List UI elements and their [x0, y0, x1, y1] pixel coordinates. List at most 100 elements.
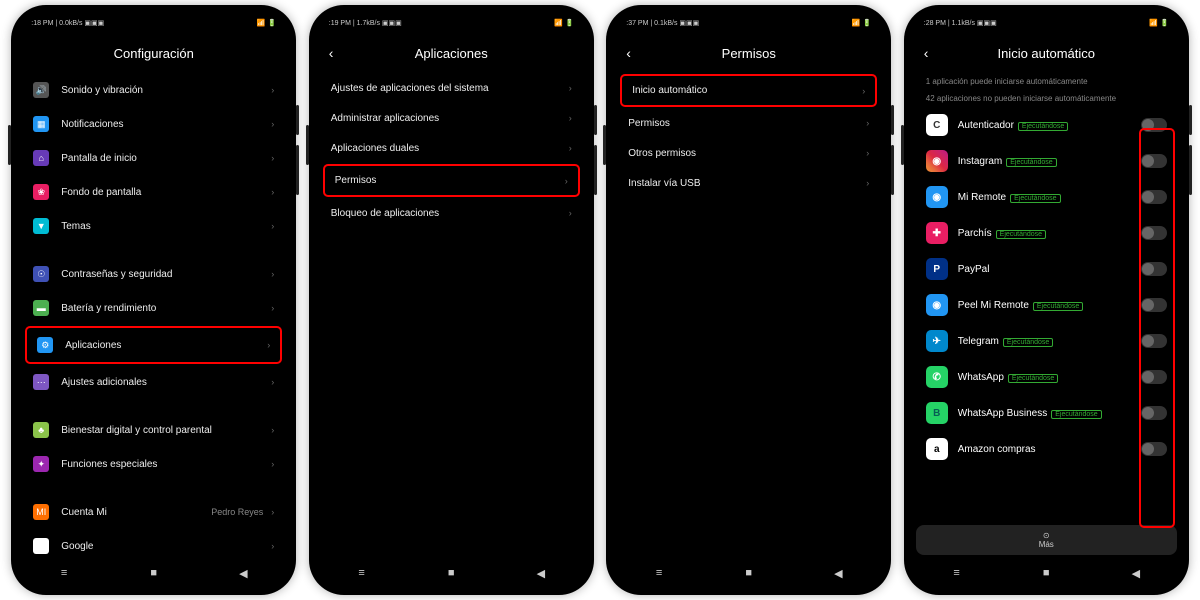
recent-button[interactable]: ≡ [650, 567, 668, 579]
recent-button[interactable]: ≡ [353, 567, 371, 579]
back-button[interactable]: ‹ [924, 45, 929, 61]
home-button[interactable]: ■ [145, 567, 163, 579]
settings-row[interactable]: ⋯Ajustes adicionales› [23, 365, 284, 399]
autostart-toggle[interactable] [1141, 262, 1167, 276]
app-row[interactable]: BWhatsApp BusinessEjecutándose [916, 395, 1177, 431]
back-button[interactable]: ‹ [329, 45, 334, 61]
running-badge: Ejecutándose [1003, 338, 1053, 347]
nav-bar: ≡ ■ ◀ [19, 559, 288, 587]
row-icon: ⋯ [33, 374, 49, 390]
settings-row[interactable]: Administrar aplicaciones› [321, 103, 582, 133]
page-header: ‹Aplicaciones [317, 33, 586, 73]
app-row[interactable]: ◉ InstagramEjecutándose [916, 143, 1177, 179]
settings-row[interactable]: ✦Funciones especiales› [23, 447, 284, 481]
settings-row[interactable]: Ajustes de aplicaciones del sistema› [321, 73, 582, 103]
running-badge: Ejecutándose [996, 230, 1046, 239]
content-area[interactable]: Inicio automático›Permisos›Otros permiso… [614, 73, 883, 559]
row-label: Contraseñas y seguridad [61, 269, 271, 280]
row-icon: ♣ [33, 422, 49, 438]
content-area[interactable]: 🔊Sonido y vibración›▦Notificaciones›⌂Pan… [19, 73, 288, 559]
status-right: 📶 🔋 [257, 19, 276, 27]
app-icon: ◉ [926, 150, 948, 172]
content-area[interactable]: 1 aplicación puede iniciarse automáticam… [912, 73, 1181, 521]
settings-row[interactable]: Otros permisos› [618, 138, 879, 168]
page-title: Configuración [114, 46, 194, 61]
app-row[interactable]: ✈TelegramEjecutándose [916, 323, 1177, 359]
phone-3: :37 PM | 0.1kB/s ▣▣▣📶 🔋‹PermisosInicio a… [606, 5, 891, 595]
chevron-right-icon: › [271, 459, 274, 469]
running-badge: Ejecutándose [1006, 158, 1056, 167]
chevron-right-icon: › [271, 425, 274, 435]
phone-2: :19 PM | 1.7kB/s ▣▣▣📶 🔋‹AplicacionesAjus… [309, 5, 594, 595]
app-icon: ◉ [926, 294, 948, 316]
recent-button[interactable]: ≡ [55, 567, 73, 579]
settings-row[interactable]: Instalar vía USB› [618, 168, 879, 198]
page-title: Inicio automático [997, 46, 1095, 61]
app-row[interactable]: ◉Mi RemoteEjecutándose [916, 179, 1177, 215]
back-nav-button[interactable]: ◀ [829, 567, 847, 580]
row-label: Fondo de pantalla [61, 187, 271, 198]
app-row[interactable]: PPayPal [916, 251, 1177, 287]
autostart-toggle[interactable] [1141, 154, 1167, 168]
settings-row[interactable]: ▬Batería y rendimiento› [23, 291, 284, 325]
settings-row[interactable]: Permisos› [323, 164, 580, 197]
chevron-right-icon: › [866, 148, 869, 158]
home-button[interactable]: ■ [442, 567, 460, 579]
status-left: :37 PM | 0.1kB/s ▣▣▣ [626, 19, 699, 27]
chevron-right-icon: › [271, 119, 274, 129]
autostart-toggle[interactable] [1141, 298, 1167, 312]
content-area[interactable]: Ajustes de aplicaciones del sistema›Admi… [317, 73, 586, 559]
row-icon: ⌂ [33, 150, 49, 166]
more-button[interactable]: ⊙Más [916, 525, 1177, 555]
back-nav-button[interactable]: ◀ [234, 567, 252, 580]
app-row[interactable]: ✚ParchísEjecutándose [916, 215, 1177, 251]
settings-row[interactable]: ⌂Pantalla de inicio› [23, 141, 284, 175]
app-icon: ✈ [926, 330, 948, 352]
settings-row[interactable]: ▦Notificaciones› [23, 107, 284, 141]
chevron-right-icon: › [271, 187, 274, 197]
settings-row[interactable]: Inicio automático› [620, 74, 877, 107]
chevron-right-icon: › [866, 118, 869, 128]
back-nav-button[interactable]: ◀ [1127, 567, 1145, 580]
autostart-toggle[interactable] [1141, 226, 1167, 240]
row-icon: ▼ [33, 218, 49, 234]
settings-row[interactable]: Aplicaciones duales› [321, 133, 582, 163]
settings-row[interactable]: 🔊Sonido y vibración› [23, 73, 284, 107]
app-row[interactable]: aAmazon compras [916, 431, 1177, 467]
autostart-toggle[interactable] [1141, 370, 1167, 384]
autostart-toggle[interactable] [1141, 190, 1167, 204]
chevron-right-icon: › [267, 340, 270, 350]
app-row[interactable]: ◉Peel Mi RemoteEjecutándose [916, 287, 1177, 323]
home-button[interactable]: ■ [1037, 567, 1055, 579]
settings-row[interactable]: Bloqueo de aplicaciones› [321, 198, 582, 228]
row-label: Otros permisos [628, 148, 866, 159]
settings-row[interactable]: ❀Fondo de pantalla› [23, 175, 284, 209]
home-button[interactable]: ■ [740, 567, 758, 579]
settings-row[interactable]: ☉Contraseñas y seguridad› [23, 257, 284, 291]
settings-row[interactable]: Permisos› [618, 108, 879, 138]
settings-row[interactable]: ⚙Aplicaciones› [25, 326, 282, 364]
autostart-toggle[interactable] [1141, 334, 1167, 348]
row-label: Notificaciones [61, 119, 271, 130]
app-name: InstagramEjecutándose [958, 156, 1141, 167]
running-badge: Ejecutándose [1008, 374, 1058, 383]
chevron-right-icon: › [271, 377, 274, 387]
app-name: Amazon compras [958, 444, 1141, 455]
settings-row[interactable]: ▼Temas› [23, 209, 284, 243]
autostart-toggle[interactable] [1141, 442, 1167, 456]
app-row[interactable]: CAutenticadorEjecutándose [916, 107, 1177, 143]
status-right: 📶 🔋 [852, 19, 871, 27]
running-badge: Ejecutándose [1033, 302, 1083, 311]
settings-row[interactable]: ♣Bienestar digital y control parental› [23, 413, 284, 447]
phone-4: :28 PM | 1.1kB/s ▣▣▣📶 🔋‹Inicio automátic… [904, 5, 1189, 595]
autostart-toggle[interactable] [1141, 406, 1167, 420]
back-nav-button[interactable]: ◀ [532, 567, 550, 580]
settings-row[interactable]: GGoogle› [23, 529, 284, 559]
app-row[interactable]: ✆WhatsAppEjecutándose [916, 359, 1177, 395]
autostart-toggle[interactable] [1141, 118, 1167, 132]
chevron-right-icon: › [271, 507, 274, 517]
back-button[interactable]: ‹ [626, 45, 631, 61]
settings-row[interactable]: MICuenta MiPedro Reyes› [23, 495, 284, 529]
row-label: Temas [61, 221, 271, 232]
recent-button[interactable]: ≡ [948, 567, 966, 579]
